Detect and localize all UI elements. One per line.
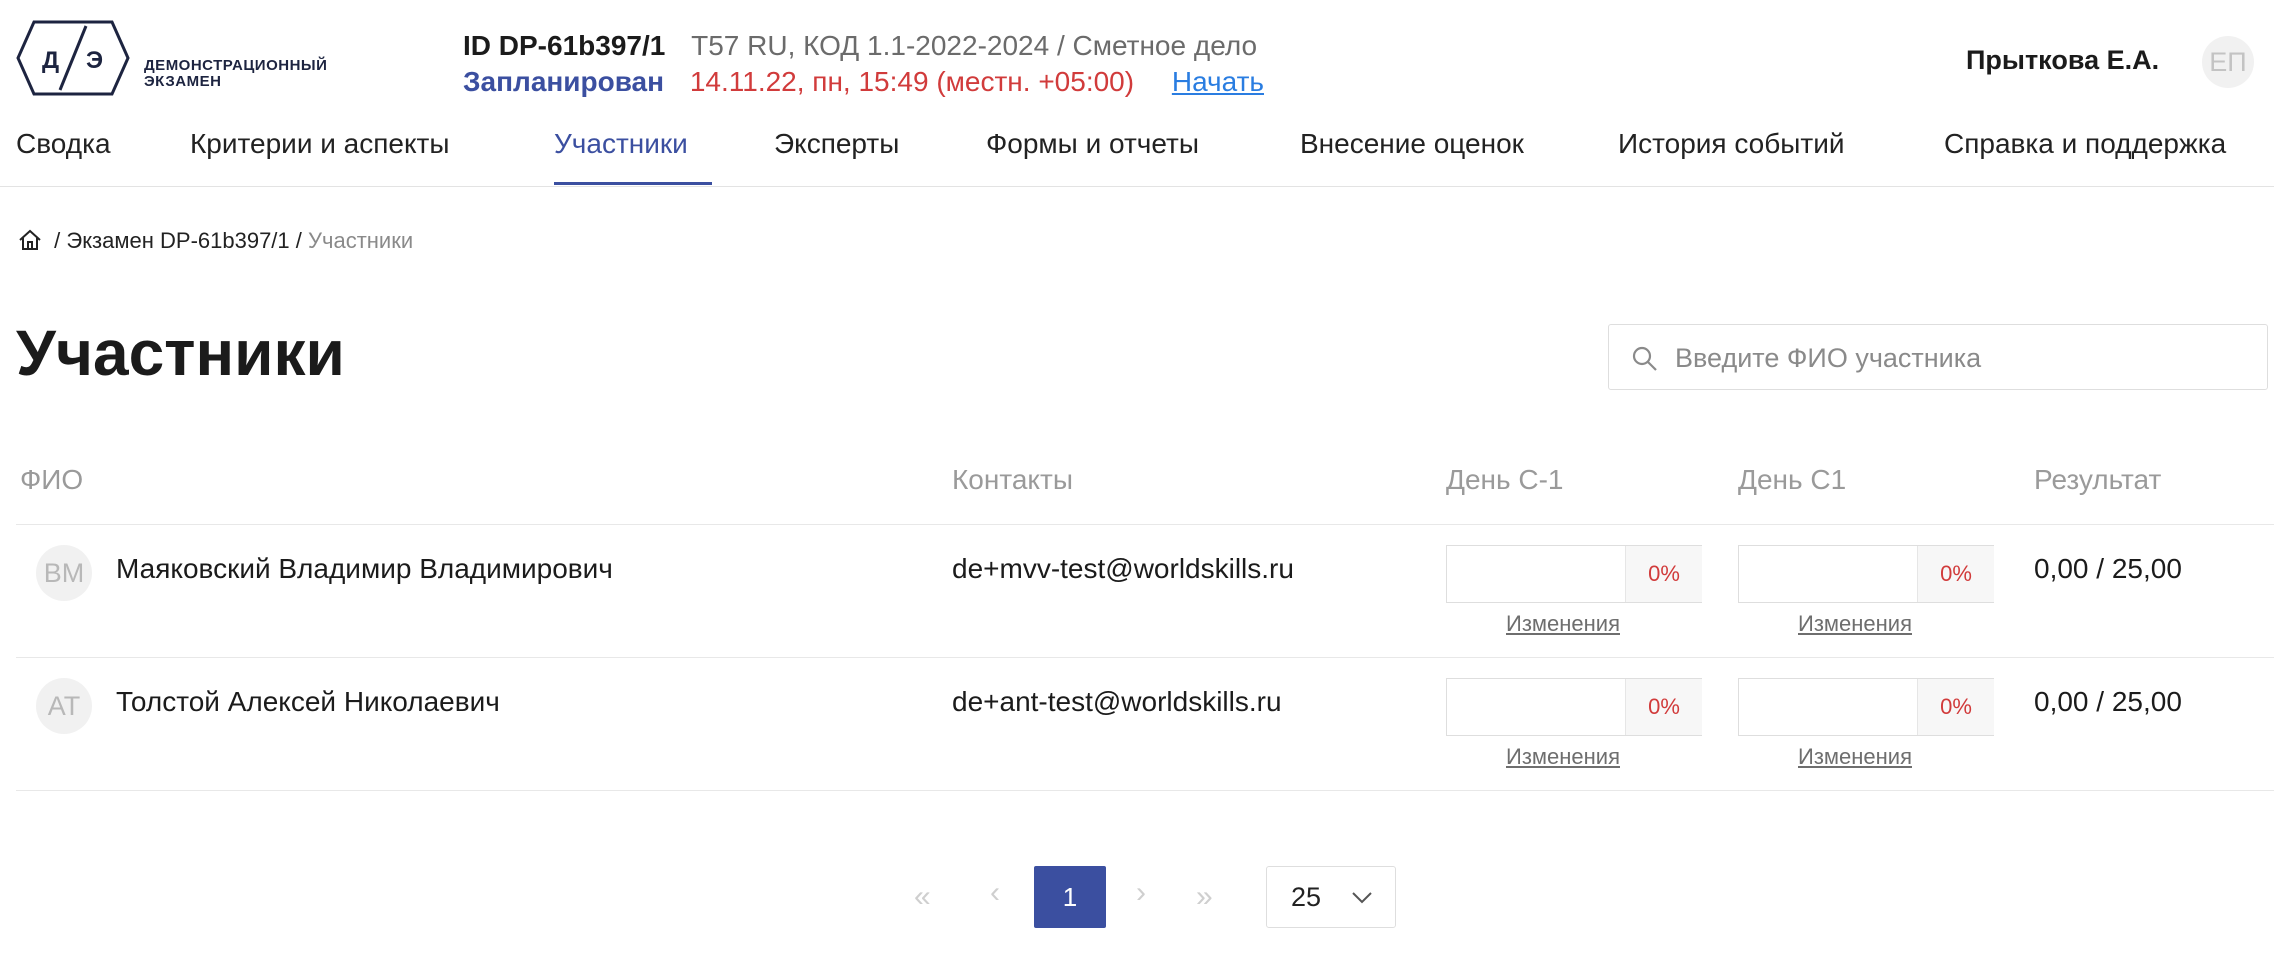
column-header-name[interactable]: ФИО (20, 464, 83, 496)
search-box[interactable] (1608, 324, 2268, 391)
tab-participants[interactable]: Участники (554, 128, 688, 160)
table-row: ВМ Маяковский Владимир Владимирович de+m… (16, 525, 2274, 658)
table-row: АТ Толстой Алексей Николаевич de+ant-tes… (16, 658, 2274, 791)
table-header: ФИО Контакты День С-1 День С1 Результат (16, 448, 2274, 525)
exam-info: ID DP-61b397/1 T57 RU, КОД 1.1-2022-2024… (463, 30, 1257, 62)
header: Д Э ДЕМОНСТРАЦИОННЫЙ ЭКЗАМЕН ID DP-61b39… (0, 0, 2274, 108)
next-page-button[interactable]: › (1136, 876, 1146, 910)
user-avatar[interactable]: ЕП (2202, 36, 2254, 88)
main-nav: Сводка Критерии и аспекты Участники Эксп… (0, 108, 2274, 187)
column-header-contacts: Контакты (952, 464, 1073, 495)
column-header-result: Результат (2034, 464, 2162, 495)
score-percent: 0% (1625, 679, 1702, 735)
score-field-day-c1[interactable]: 0% (1738, 678, 1994, 736)
logo[interactable]: Д Э ДЕМОНСТРАЦИОННЫЙ ЭКЗАМЕН (16, 18, 376, 98)
participant-name[interactable]: Маяковский Владимир Владимирович (116, 553, 613, 585)
participant-result: 0,00 / 25,00 (2034, 686, 2182, 717)
changes-link[interactable]: Изменения (1506, 611, 1620, 637)
score-input[interactable] (1447, 546, 1625, 602)
exam-meta: T57 RU, КОД 1.1-2022-2024 / Сметное дело (691, 30, 1258, 61)
status-badge: Запланирован (463, 66, 665, 97)
search-icon (1632, 346, 1657, 371)
home-icon[interactable] (18, 229, 42, 251)
tab-event-history[interactable]: История событий (1618, 128, 1845, 160)
app-window: Д Э ДЕМОНСТРАЦИОННЫЙ ЭКЗАМЕН ID DP-61b39… (0, 0, 2274, 959)
page-size-select[interactable]: 25 (1266, 866, 1396, 928)
participant-contact: de+ant-test@worldskills.ru (952, 686, 1282, 717)
tab-forms-reports[interactable]: Формы и отчеты (986, 128, 1199, 160)
participant-contact: de+mvv-test@worldskills.ru (952, 553, 1294, 584)
tab-score-entry[interactable]: Внесение оценок (1300, 128, 1524, 160)
score-input[interactable] (1447, 679, 1625, 735)
participant-name[interactable]: Толстой Алексей Николаевич (116, 686, 500, 718)
changes-link[interactable]: Изменения (1798, 611, 1912, 637)
prev-page-button[interactable]: ‹ (990, 876, 1000, 910)
score-input[interactable] (1739, 546, 1917, 602)
avatar: АТ (36, 678, 92, 734)
score-input[interactable] (1739, 679, 1917, 735)
participants-table: ФИО Контакты День С-1 День С1 Результат … (16, 448, 2274, 791)
changes-link[interactable]: Изменения (1798, 744, 1912, 770)
page-number-current[interactable]: 1 (1034, 866, 1106, 928)
svg-text:Д: Д (42, 47, 59, 74)
last-page-button[interactable]: » (1196, 880, 1213, 914)
breadcrumb: / Экзамен DP-61b397/1 / Участники (18, 228, 413, 254)
score-percent: 0% (1917, 679, 1994, 735)
participant-result: 0,00 / 25,00 (2034, 553, 2182, 584)
active-tab-indicator (554, 182, 712, 185)
column-header-day-c-minus1: День С-1 (1446, 464, 1564, 495)
exam-status-line: Запланирован 14.11.22, пн, 15:49 (местн.… (463, 66, 1264, 98)
score-percent: 0% (1917, 546, 1994, 602)
logo-text: ДЕМОНСТРАЦИОННЫЙ ЭКЗАМЕН (144, 57, 328, 90)
tab-experts[interactable]: Эксперты (774, 128, 899, 160)
score-percent: 0% (1625, 546, 1702, 602)
tab-help-support[interactable]: Справка и поддержка (1944, 128, 2226, 160)
user-name[interactable]: Прыткова Е.А. (1966, 45, 2159, 76)
column-header-day-c1: День С1 (1738, 464, 1847, 495)
search-input[interactable] (1673, 325, 2257, 391)
page-title: Участники (16, 317, 345, 389)
breadcrumb-separator: / (54, 228, 61, 253)
score-field-day-c-minus1[interactable]: 0% (1446, 678, 1702, 736)
start-link[interactable]: Начать (1172, 66, 1264, 97)
tab-summary[interactable]: Сводка (16, 128, 111, 160)
first-page-button[interactable]: « (914, 880, 931, 914)
page-size-value: 25 (1291, 881, 1322, 912)
breadcrumb-current: Участники (308, 228, 414, 253)
logo-hexagon-icon: Д Э (16, 20, 130, 96)
svg-text:Э: Э (86, 47, 103, 74)
exam-datetime: 14.11.22, пн, 15:49 (местн. +05:00) (689, 66, 1135, 97)
avatar: ВМ (36, 545, 92, 601)
exam-id: ID DP-61b397/1 (463, 30, 666, 61)
score-field-day-c-minus1[interactable]: 0% (1446, 545, 1702, 603)
breadcrumb-separator: / (295, 228, 302, 253)
tab-criteria[interactable]: Критерии и аспекты (190, 128, 449, 160)
changes-link[interactable]: Изменения (1506, 744, 1620, 770)
score-field-day-c1[interactable]: 0% (1738, 545, 1994, 603)
breadcrumb-exam[interactable]: Экзамен DP-61b397/1 (66, 228, 289, 253)
chevron-down-icon (1352, 892, 1372, 904)
